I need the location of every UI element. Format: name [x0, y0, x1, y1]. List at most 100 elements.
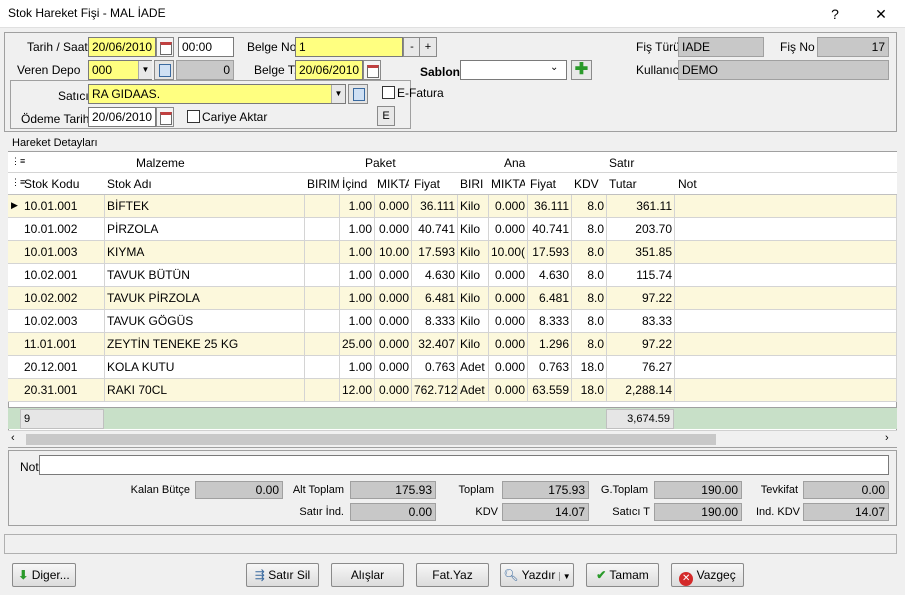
depo-lookup-icon[interactable] [154, 60, 174, 80]
cell-kdv[interactable]: 18.0 [572, 356, 607, 379]
tarih-input[interactable]: 20/06/2010 [88, 37, 156, 57]
cell-icinde[interactable]: 1.00 [340, 310, 375, 333]
table-row[interactable]: 10.02.001 TAVUK BÜTÜN 1.00 0.000 4.630 Kilo 0.… [8, 264, 897, 287]
cell-kdv[interactable]: 8.0 [572, 195, 607, 218]
cell-tutar[interactable]: 351.85 [607, 241, 675, 264]
cell-miktar[interactable]: 0.000 [375, 287, 412, 310]
cell-miktar[interactable]: 0.000 [375, 379, 412, 402]
cell-icinde[interactable]: 1.00 [340, 356, 375, 379]
cell-not[interactable] [675, 379, 897, 402]
cell-birim[interactable] [305, 218, 340, 241]
cell-ana-miktar[interactable]: 0.000 [489, 287, 528, 310]
cell-ana-fiyat[interactable]: 1.296 [528, 333, 572, 356]
cell-ana-birim[interactable]: Kilo [458, 287, 489, 310]
cell-ana-fiyat[interactable]: 4.630 [528, 264, 572, 287]
alislar-button[interactable]: Alışlar [331, 563, 404, 587]
depo-dropdown-icon[interactable]: ▼ [138, 61, 152, 79]
cell-stok-kodu[interactable]: 10.01.001 [22, 195, 105, 218]
cell-miktar[interactable]: 10.00 [375, 241, 412, 264]
cell-not[interactable] [675, 241, 897, 264]
cell-ana-miktar[interactable]: 0.000 [489, 218, 528, 241]
cell-ana-miktar[interactable]: 0.000 [489, 195, 528, 218]
cell-ana-miktar[interactable]: 0.000 [489, 310, 528, 333]
calendar-icon[interactable] [156, 37, 174, 57]
cell-stok-adi[interactable]: ZEYTİN TENEKE 25 KG [105, 333, 305, 356]
cell-not[interactable] [675, 264, 897, 287]
table-row[interactable]: 10.02.002 TAVUK PİRZOLA 1.00 0.000 6.481 Kilo… [8, 287, 897, 310]
yazdir-dropdown-icon[interactable]: ▼ [558, 572, 571, 581]
cell-kdv[interactable]: 8.0 [572, 241, 607, 264]
col-not[interactable]: Not [678, 177, 697, 191]
cell-fiyat[interactable]: 17.593 [412, 241, 458, 264]
cell-fiyat[interactable]: 0.763 [412, 356, 458, 379]
cell-stok-adi[interactable]: TAVUK PİRZOLA [105, 287, 305, 310]
table-row[interactable]: 10.01.003 KIYMA 1.00 10.00 17.593 Kilo 10.00(1… [8, 241, 897, 264]
cell-ana-miktar[interactable]: 10.00( [489, 241, 528, 264]
satici-dropdown-icon[interactable]: ▼ [331, 85, 345, 103]
efatura-checkbox[interactable] [382, 86, 395, 99]
cell-miktar[interactable]: 0.000 [375, 310, 412, 333]
col-ana-miktar[interactable]: MIKTA [491, 177, 525, 191]
cell-fiyat[interactable]: 6.481 [412, 287, 458, 310]
belge-no-input[interactable]: 1 [295, 37, 403, 57]
close-button[interactable]: ✕ [866, 4, 896, 24]
cell-ana-birim[interactable]: Kilo [458, 333, 489, 356]
help-button[interactable]: ? [820, 4, 850, 24]
cell-ana-fiyat[interactable]: 17.593 [528, 241, 572, 264]
cell-stok-kodu[interactable]: 10.02.003 [22, 310, 105, 333]
cell-fiyat[interactable]: 4.630 [412, 264, 458, 287]
grid-menu-icon[interactable]: ⋮≡ [11, 156, 25, 167]
cell-not[interactable] [675, 310, 897, 333]
cell-fiyat[interactable]: 40.741 [412, 218, 458, 241]
cell-ana-birim[interactable]: Kilo [458, 264, 489, 287]
tamam-button[interactable]: ✔ Tamam [586, 563, 659, 587]
horizontal-scrollbar[interactable]: ‹ › [8, 430, 897, 447]
table-row[interactable]: 20.12.001 KOLA KUTU 1.00 0.000 0.763 Adet 0.00… [8, 356, 897, 379]
cell-not[interactable] [675, 195, 897, 218]
cell-stok-kodu[interactable]: 20.31.001 [22, 379, 105, 402]
cell-fiyat[interactable]: 762.712 [412, 379, 458, 402]
scroll-thumb[interactable] [26, 434, 716, 445]
yazdir-button[interactable]: 🔍︎ Yazdır ▼ [500, 563, 574, 587]
cell-not[interactable] [675, 356, 897, 379]
cell-not[interactable] [675, 333, 897, 356]
table-row[interactable]: 20.31.001 RAKI 70CL 12.00 0.000 762.712 Adet 0… [8, 379, 897, 402]
cell-birim[interactable] [305, 264, 340, 287]
cell-miktar[interactable]: 0.000 [375, 195, 412, 218]
cell-ana-birim[interactable]: Adet [458, 379, 489, 402]
add-icon[interactable]: ✚ [571, 60, 592, 80]
odeme-input[interactable]: 20/06/2010 [88, 107, 156, 127]
col-ana-fiyat[interactable]: Fiyat [530, 177, 556, 191]
cell-ana-miktar[interactable]: 0.000 [489, 333, 528, 356]
cell-icinde[interactable]: 25.00 [340, 333, 375, 356]
col-icinde[interactable]: İçind [342, 177, 374, 191]
cell-ana-birim[interactable]: Kilo [458, 241, 489, 264]
scroll-left-icon[interactable]: ‹ [11, 432, 15, 444]
satici-input[interactable]: RA GIDAAS. [88, 84, 346, 104]
calendar-icon-2[interactable] [363, 60, 381, 80]
table-row[interactable]: 10.02.003 TAVUK GÖGÜS 1.00 0.000 8.333 Kilo 0.… [8, 310, 897, 333]
cell-stok-adi[interactable]: PİRZOLA [105, 218, 305, 241]
cell-tutar[interactable]: 83.33 [607, 310, 675, 333]
belge-plus-button[interactable]: + [419, 37, 437, 57]
cell-stok-kodu[interactable]: 10.02.002 [22, 287, 105, 310]
cell-birim[interactable] [305, 195, 340, 218]
cell-ana-miktar[interactable]: 0.000 [489, 379, 528, 402]
cell-miktar[interactable]: 0.000 [375, 333, 412, 356]
cell-kdv[interactable]: 8.0 [572, 218, 607, 241]
cell-kdv[interactable]: 8.0 [572, 333, 607, 356]
cell-stok-adi[interactable]: KOLA KUTU [105, 356, 305, 379]
cell-ana-birim[interactable]: Kilo [458, 195, 489, 218]
table-row[interactable]: 10.01.002 PİRZOLA 1.00 0.000 40.741 Kilo 0.000… [8, 218, 897, 241]
cell-miktar[interactable]: 0.000 [375, 264, 412, 287]
cell-ana-fiyat[interactable]: 40.741 [528, 218, 572, 241]
cell-ana-fiyat[interactable]: 8.333 [528, 310, 572, 333]
cell-tutar[interactable]: 2,288.14 [607, 379, 675, 402]
cell-not[interactable] [675, 218, 897, 241]
cell-kdv[interactable]: 8.0 [572, 310, 607, 333]
satir-sil-button[interactable]: ⇶ Satır Sil [246, 563, 319, 587]
cell-ana-fiyat[interactable]: 6.481 [528, 287, 572, 310]
cell-stok-kodu[interactable]: 11.01.001 [22, 333, 105, 356]
cell-birim[interactable] [305, 310, 340, 333]
col-stok-kodu[interactable]: Stok Kodu [24, 177, 79, 191]
